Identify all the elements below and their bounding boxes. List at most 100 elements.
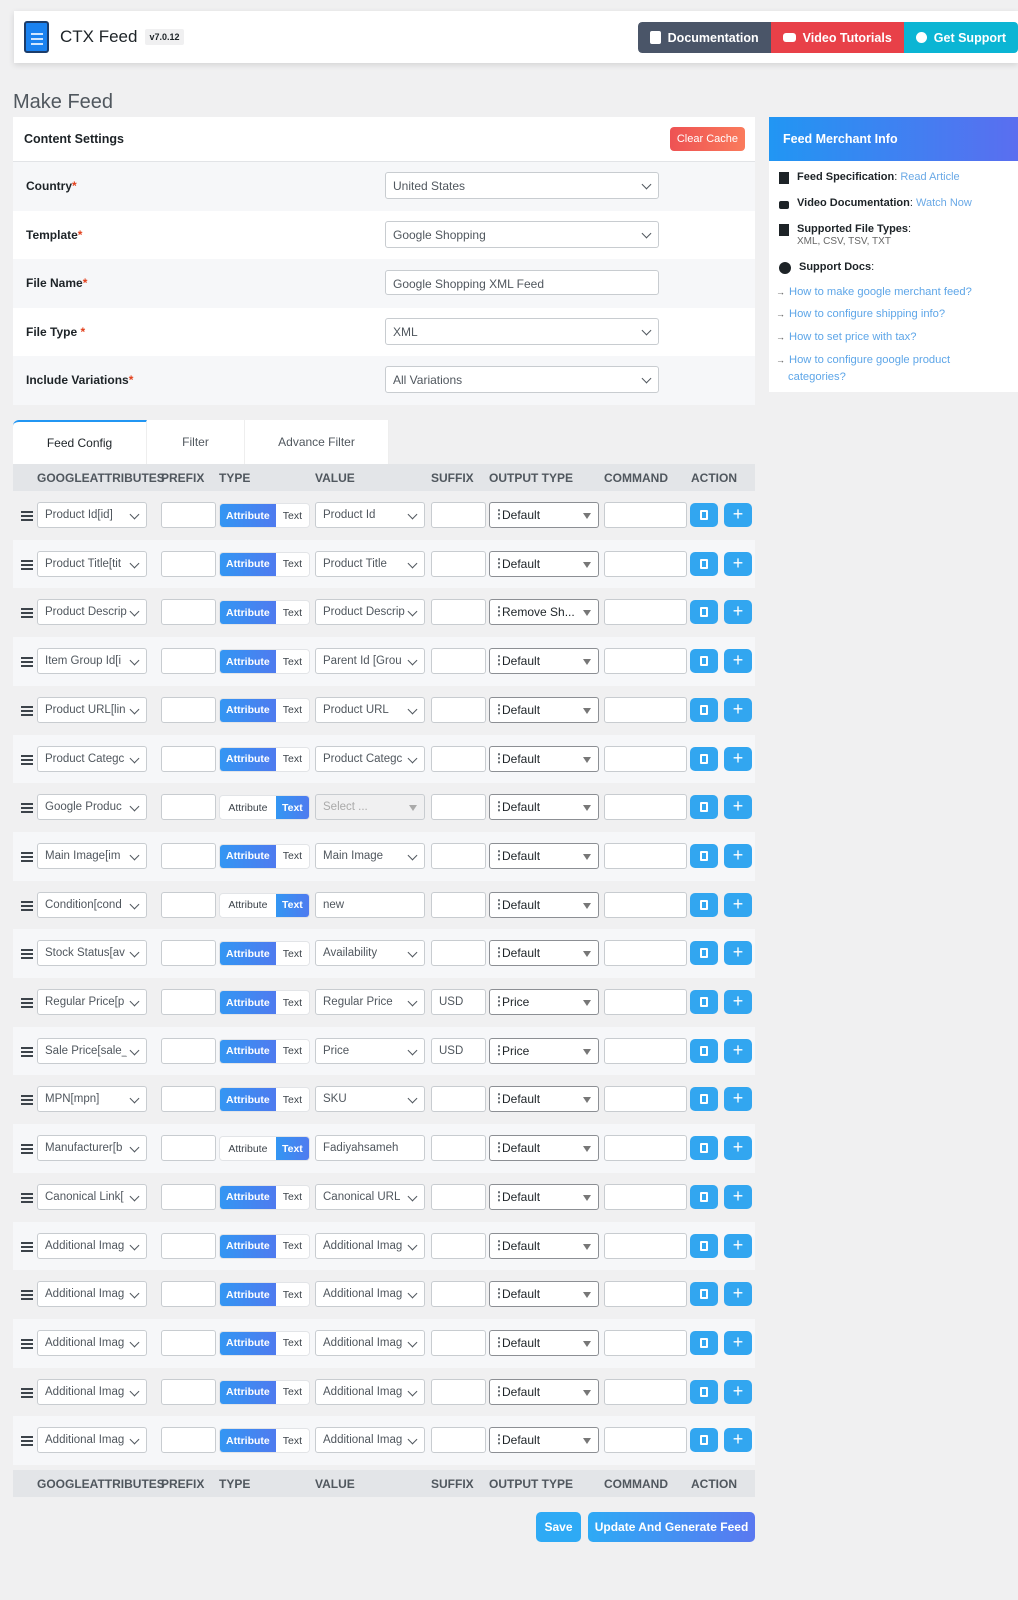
prefix-input[interactable] bbox=[161, 1329, 216, 1356]
suffix-input[interactable] bbox=[431, 745, 486, 772]
type-text-button[interactable]: Text bbox=[275, 991, 309, 1014]
google-attribute-select[interactable]: Additional Imag bbox=[37, 1281, 147, 1308]
drag-handle-icon[interactable] bbox=[21, 1192, 33, 1203]
file-name-input[interactable]: Google Shopping XML Feed bbox=[385, 270, 659, 295]
value-select[interactable]: Additional Imag bbox=[315, 1232, 425, 1259]
type-text-button[interactable]: Text bbox=[275, 1331, 309, 1355]
value-select[interactable]: Select ... bbox=[315, 794, 425, 821]
type-text-button[interactable]: Text bbox=[275, 893, 309, 917]
type-attribute-button[interactable]: Attribute bbox=[220, 552, 276, 576]
delete-row-button[interactable] bbox=[690, 503, 718, 527]
type-attribute-button[interactable]: Attribute bbox=[220, 1429, 276, 1453]
add-row-button[interactable]: + bbox=[724, 1282, 752, 1307]
prefix-input[interactable] bbox=[161, 1427, 216, 1454]
drag-handle-icon[interactable] bbox=[21, 559, 33, 570]
command-input[interactable] bbox=[604, 940, 687, 967]
tab-feed-config[interactable]: Feed Config bbox=[13, 420, 147, 464]
drag-handle-icon[interactable] bbox=[21, 1436, 33, 1447]
command-input[interactable] bbox=[604, 599, 687, 626]
value-select[interactable]: Product Descrip bbox=[315, 599, 425, 626]
drag-handle-icon[interactable] bbox=[21, 803, 33, 814]
delete-row-button[interactable] bbox=[690, 1087, 718, 1112]
google-attribute-select[interactable]: Main Image[im bbox=[37, 842, 147, 869]
drag-handle-icon[interactable] bbox=[21, 1338, 33, 1349]
prefix-input[interactable] bbox=[161, 1135, 216, 1162]
delete-row-button[interactable] bbox=[690, 1038, 718, 1063]
delete-row-button[interactable] bbox=[690, 649, 718, 674]
add-row-button[interactable]: + bbox=[724, 892, 752, 917]
command-input[interactable] bbox=[604, 1329, 687, 1356]
delete-row-button[interactable] bbox=[690, 551, 718, 576]
command-input[interactable] bbox=[604, 1037, 687, 1064]
template-select[interactable]: Google Shopping bbox=[385, 220, 659, 248]
type-text-button[interactable]: Text bbox=[275, 796, 309, 820]
value-select[interactable]: SKU bbox=[315, 1086, 425, 1113]
delete-row-button[interactable] bbox=[690, 941, 718, 966]
google-attribute-select[interactable]: Product URL[lin bbox=[37, 696, 147, 723]
prefix-input[interactable] bbox=[161, 842, 216, 869]
update-generate-feed-button[interactable]: Update And Generate Feed bbox=[588, 1512, 755, 1542]
drag-handle-icon[interactable] bbox=[21, 1387, 33, 1398]
type-text-button[interactable]: Text bbox=[275, 504, 309, 527]
drag-handle-icon[interactable] bbox=[21, 1290, 33, 1301]
add-row-button[interactable]: + bbox=[724, 843, 752, 868]
delete-row-button[interactable] bbox=[690, 1136, 718, 1161]
value-select[interactable]: Product URL bbox=[315, 696, 425, 723]
value-select[interactable]: Product Categc bbox=[315, 745, 425, 772]
suffix-input[interactable] bbox=[431, 842, 486, 869]
google-attribute-select[interactable]: Product Title[tit bbox=[37, 550, 147, 577]
output-type-select[interactable]: Default bbox=[489, 745, 599, 772]
command-input[interactable] bbox=[604, 745, 687, 772]
drag-handle-icon[interactable] bbox=[21, 1144, 33, 1155]
command-input[interactable] bbox=[604, 1135, 687, 1162]
value-select[interactable]: Additional Imag bbox=[315, 1329, 425, 1356]
output-type-select[interactable]: Default bbox=[489, 1378, 599, 1405]
type-text-button[interactable]: Text bbox=[275, 1088, 309, 1112]
value-select[interactable]: Product Id bbox=[315, 502, 425, 528]
prefix-input[interactable] bbox=[161, 696, 216, 723]
add-row-button[interactable]: + bbox=[724, 1087, 752, 1112]
prefix-input[interactable] bbox=[161, 502, 216, 528]
add-row-button[interactable]: + bbox=[724, 697, 752, 722]
add-row-button[interactable]: + bbox=[724, 503, 752, 527]
value-input[interactable]: new bbox=[315, 891, 425, 918]
delete-row-button[interactable] bbox=[690, 1233, 718, 1258]
google-attribute-select[interactable]: Manufacturer[b bbox=[37, 1135, 147, 1162]
suffix-input[interactable] bbox=[431, 696, 486, 723]
type-attribute-button[interactable]: Attribute bbox=[220, 942, 276, 966]
prefix-input[interactable] bbox=[161, 1378, 216, 1405]
command-input[interactable] bbox=[604, 550, 687, 577]
type-text-button[interactable]: Text bbox=[275, 1283, 309, 1307]
type-attribute-button[interactable]: Attribute bbox=[220, 650, 276, 674]
type-text-button[interactable]: Text bbox=[275, 747, 309, 771]
command-input[interactable] bbox=[604, 1281, 687, 1308]
prefix-input[interactable] bbox=[161, 1037, 216, 1064]
prefix-input[interactable] bbox=[161, 891, 216, 918]
output-type-select[interactable]: Default bbox=[489, 1135, 599, 1162]
prefix-input[interactable] bbox=[161, 1281, 216, 1308]
clear-cache-button[interactable]: Clear Cache bbox=[669, 127, 745, 151]
type-text-button[interactable]: Text bbox=[275, 1185, 309, 1209]
support-link-shipping[interactable]: → How to configure shipping info? bbox=[776, 306, 945, 323]
delete-row-button[interactable] bbox=[690, 795, 718, 820]
google-attribute-select[interactable]: Sale Price[sale_ bbox=[37, 1037, 147, 1064]
delete-row-button[interactable] bbox=[690, 600, 718, 625]
type-text-button[interactable]: Text bbox=[275, 1380, 309, 1404]
video-tutorials-button[interactable]: Video Tutorials bbox=[770, 22, 904, 53]
add-row-button[interactable]: + bbox=[724, 1233, 752, 1258]
suffix-input[interactable] bbox=[431, 502, 486, 528]
delete-row-button[interactable] bbox=[690, 1428, 718, 1453]
tab-filter[interactable]: Filter bbox=[147, 420, 245, 464]
prefix-input[interactable] bbox=[161, 1086, 216, 1113]
command-input[interactable] bbox=[604, 989, 687, 1015]
drag-handle-icon[interactable] bbox=[21, 851, 33, 862]
command-input[interactable] bbox=[604, 842, 687, 869]
type-text-button[interactable]: Text bbox=[275, 601, 309, 625]
delete-row-button[interactable] bbox=[690, 1184, 718, 1209]
type-text-button[interactable]: Text bbox=[275, 552, 309, 576]
output-type-select[interactable]: Price bbox=[489, 1037, 599, 1064]
suffix-input[interactable] bbox=[431, 648, 486, 675]
suffix-input[interactable] bbox=[431, 891, 486, 918]
value-select[interactable]: Canonical URL bbox=[315, 1183, 425, 1210]
type-attribute-button[interactable]: Attribute bbox=[220, 991, 276, 1014]
